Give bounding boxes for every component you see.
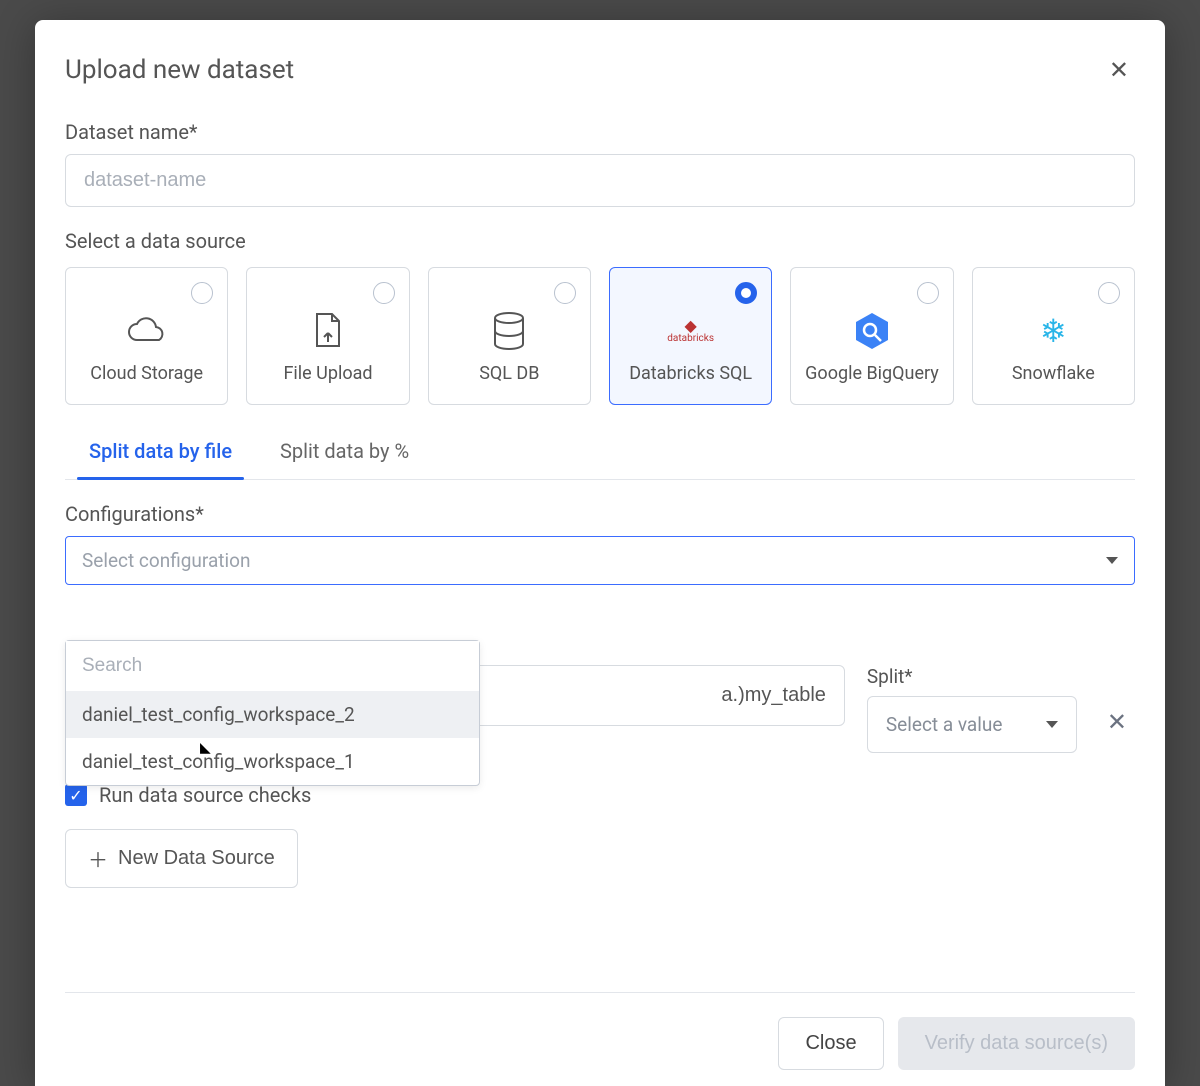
source-label: File Upload <box>283 363 372 384</box>
close-icon[interactable]: ✕ <box>1103 50 1135 90</box>
run-checks-label: Run data source checks <box>99 783 311 807</box>
source-label: Databricks SQL <box>629 363 752 384</box>
source-grid: Cloud Storage File Upload <box>65 267 1135 405</box>
tab-split-by-percent[interactable]: Split data by % <box>274 439 415 479</box>
configurations-search-input[interactable] <box>66 641 479 691</box>
configurations-placeholder: Select configuration <box>82 549 250 572</box>
file-upload-icon <box>304 311 352 351</box>
source-card-snowflake[interactable]: ❄ Snowflake <box>972 267 1135 405</box>
radio-icon <box>191 282 213 304</box>
verify-button: Verify data source(s) <box>898 1017 1135 1070</box>
radio-icon <box>917 282 939 304</box>
close-button[interactable]: Close <box>778 1017 883 1070</box>
databricks-icon: ◆databricks <box>667 311 715 351</box>
new-data-source-label: New Data Source <box>118 847 275 870</box>
config-option[interactable]: daniel_test_config_workspace_2 <box>66 691 479 738</box>
configurations-select[interactable]: Select configuration <box>65 536 1135 585</box>
source-label: Google BigQuery <box>805 363 939 384</box>
source-label: SQL DB <box>479 363 539 384</box>
cloud-icon <box>123 311 171 351</box>
radio-icon <box>735 282 757 304</box>
radio-icon <box>373 282 395 304</box>
configurations-label: Configurations* <box>65 502 1135 526</box>
dataset-name-label: Dataset name* <box>65 120 1135 144</box>
database-icon <box>485 311 533 351</box>
modal-title: Upload new dataset <box>65 55 294 85</box>
new-data-source-button[interactable]: ＋ New Data Source <box>65 829 298 888</box>
snowflake-icon: ❄ <box>1029 311 1077 351</box>
radio-icon <box>1098 282 1120 304</box>
tab-split-by-file[interactable]: Split data by file <box>83 439 238 479</box>
source-card-bigquery[interactable]: Google BigQuery <box>790 267 953 405</box>
mouse-cursor-icon: ◣ <box>200 740 211 756</box>
source-card-file-upload[interactable]: File Upload <box>246 267 409 405</box>
chevron-down-icon <box>1106 557 1118 564</box>
source-label: Snowflake <box>1012 363 1095 384</box>
modal-footer: Close Verify data source(s) <box>65 992 1135 1086</box>
split-placeholder: Select a value <box>886 713 1003 736</box>
split-tabs: Split data by file Split data by % <box>65 439 1135 480</box>
upload-dataset-modal: Upload new dataset ✕ Dataset name* Selec… <box>35 20 1165 1086</box>
configurations-dropdown: daniel_test_config_workspace_2 daniel_te… <box>65 640 480 786</box>
split-select[interactable]: Select a value <box>867 696 1077 753</box>
remove-row-icon[interactable]: ✕ <box>1099 700 1135 744</box>
run-checks-row[interactable]: ✓ Run data source checks <box>65 783 1135 807</box>
source-section-label: Select a data source <box>65 229 1135 253</box>
source-card-databricks[interactable]: ◆databricks Databricks SQL <box>609 267 772 405</box>
source-card-sql-db[interactable]: SQL DB <box>428 267 591 405</box>
modal-header: Upload new dataset ✕ <box>65 50 1135 90</box>
bigquery-icon <box>848 311 896 351</box>
split-label: Split* <box>867 665 1077 688</box>
radio-icon <box>554 282 576 304</box>
source-label: Cloud Storage <box>90 363 203 384</box>
source-card-cloud-storage[interactable]: Cloud Storage <box>65 267 228 405</box>
plus-icon: ＋ <box>88 844 108 873</box>
config-option[interactable]: daniel_test_config_workspace_1 <box>66 738 479 785</box>
dataset-name-input[interactable] <box>65 154 1135 207</box>
checkbox-checked-icon[interactable]: ✓ <box>65 784 87 806</box>
chevron-down-icon <box>1046 721 1058 728</box>
